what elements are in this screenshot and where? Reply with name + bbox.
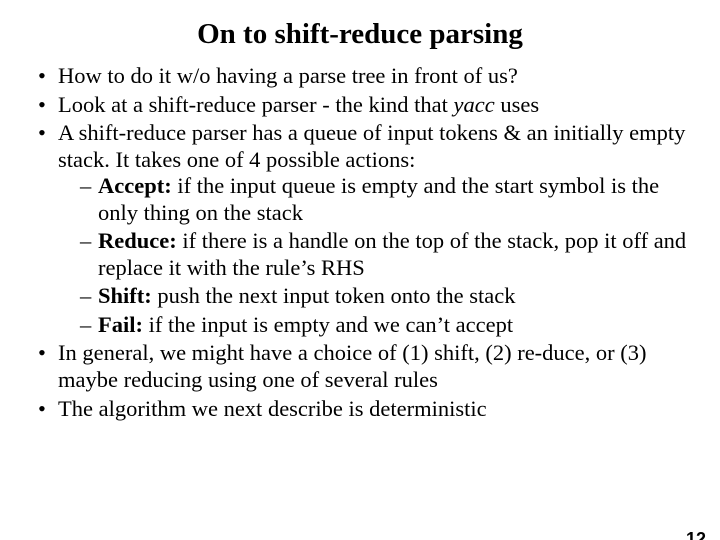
sub-bullet-item: Accept: if the input queue is empty and … [80, 173, 690, 226]
bullet-text-pre: Look at a shift-reduce parser - the kind… [58, 92, 453, 117]
sub-label: Reduce: [98, 228, 177, 253]
bullet-list: How to do it w/o having a parse tree in … [38, 63, 690, 422]
bullet-text: A shift-reduce parser has a queue of inp… [58, 120, 685, 172]
sub-bullet-item: Shift: push the next input token onto th… [80, 283, 690, 310]
sub-label: Fail: [98, 312, 143, 337]
bullet-text-em: yacc [453, 92, 494, 117]
slide: On to shift-reduce parsing How to do it … [0, 18, 720, 540]
sub-text: if the input is empty and we can’t accep… [143, 312, 513, 337]
sub-label: Shift: [98, 283, 152, 308]
sub-label: Accept: [98, 173, 172, 198]
bullet-item: The algorithm we next describe is determ… [38, 396, 690, 423]
bullet-item: In general, we might have a choice of (1… [38, 340, 690, 393]
sub-text: if the input queue is empty and the star… [98, 173, 659, 225]
page-number: 12 [686, 529, 706, 540]
sub-text: if there is a handle on the top of the s… [98, 228, 686, 280]
bullet-item: How to do it w/o having a parse tree in … [38, 63, 690, 90]
bullet-item: Look at a shift-reduce parser - the kind… [38, 92, 690, 119]
bullet-text: How to do it w/o having a parse tree in … [58, 63, 518, 88]
sub-bullet-item: Fail: if the input is empty and we can’t… [80, 312, 690, 339]
slide-body: How to do it w/o having a parse tree in … [0, 63, 720, 422]
bullet-text: In general, we might have a choice of (1… [58, 340, 647, 392]
sub-bullet-list: Accept: if the input queue is empty and … [58, 173, 690, 338]
sub-text: push the next input token onto the stack [152, 283, 516, 308]
bullet-text-post: uses [495, 92, 539, 117]
sub-bullet-item: Reduce: if there is a handle on the top … [80, 228, 690, 281]
slide-title: On to shift-reduce parsing [0, 18, 720, 51]
bullet-text: The algorithm we next describe is determ… [58, 396, 487, 421]
bullet-item: A shift-reduce parser has a queue of inp… [38, 120, 690, 338]
